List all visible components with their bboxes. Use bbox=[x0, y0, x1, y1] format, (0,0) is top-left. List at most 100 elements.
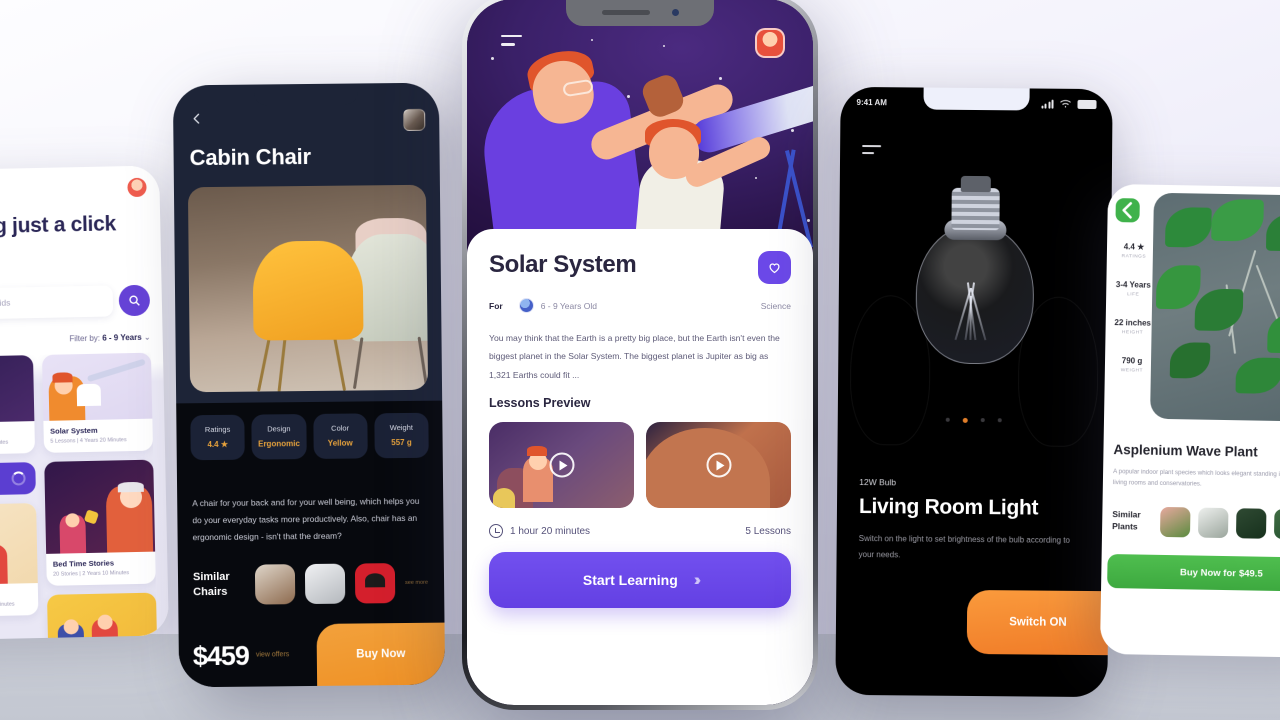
lesson-previews bbox=[489, 422, 791, 509]
back-button[interactable] bbox=[1115, 198, 1140, 223]
similar-item[interactable] bbox=[1273, 508, 1280, 540]
card-illustration bbox=[43, 459, 156, 554]
status-time: 9:41 AM bbox=[856, 97, 887, 107]
phone-solar-app: Solar System For 6 - 9 Years Old Science… bbox=[462, 0, 818, 710]
similar-chairs-row: Similar Chairs see more bbox=[193, 563, 434, 606]
list-item[interactable]: Birds & Insects 8 Lessons | 4 Years 10 M… bbox=[0, 354, 35, 456]
similar-item[interactable] bbox=[1197, 507, 1229, 539]
spec-key: Design bbox=[267, 424, 291, 434]
phone-screen: Learning just a click away! solar system… bbox=[0, 165, 169, 641]
phone-notch bbox=[253, 83, 359, 106]
carousel-dot[interactable] bbox=[945, 417, 950, 422]
page-title: Living Room Light bbox=[858, 495, 1039, 520]
globe-icon bbox=[518, 298, 534, 313]
status-bar: 9:41 AM bbox=[840, 95, 1112, 111]
carousel-dot-active[interactable] bbox=[962, 417, 968, 423]
favorite-button[interactable] bbox=[758, 251, 791, 284]
phone-learning-app: Learning just a click away! solar system… bbox=[0, 165, 169, 641]
price-amount: $459 bbox=[192, 640, 250, 671]
learning-search-bar: solar system for kids bbox=[0, 284, 151, 321]
lesson-footer-meta: 1 hour 20 minutes 5 Lessons bbox=[489, 524, 791, 539]
phone-frame: Cabin Chair Ratings 4.4 ★ Design Ergonom… bbox=[172, 82, 446, 688]
bulb-cap bbox=[960, 175, 991, 193]
card-title: Birds & Insects bbox=[0, 427, 27, 438]
learning-headline: Learning just a click away! bbox=[0, 212, 117, 240]
product-thumbnail[interactable] bbox=[403, 108, 426, 131]
buy-price: $49.5 bbox=[1238, 567, 1263, 580]
filter-control[interactable]: Filter by: 6 - 9 Years ⌄ bbox=[69, 332, 150, 343]
bulb-wattage: 12W Bulb bbox=[859, 477, 897, 488]
card-illustration bbox=[0, 354, 34, 424]
product-photo[interactable] bbox=[187, 184, 429, 393]
showcase-stage: Learning just a click away! solar system… bbox=[0, 0, 1280, 720]
chair-detail-panel: Ratings 4.4 ★ Design Ergonomic Color Yel… bbox=[176, 400, 446, 688]
spec-value: Yellow bbox=[327, 438, 353, 448]
spec-key: Weight bbox=[389, 422, 413, 433]
lesson-meta-row: For 6 - 9 Years Old Science bbox=[489, 298, 791, 313]
search-button[interactable] bbox=[118, 284, 151, 317]
switch-on-button[interactable]: Switch ON bbox=[966, 589, 1110, 656]
chevron-right-icon: ›› bbox=[693, 570, 702, 590]
buy-label: Buy Now for bbox=[1179, 566, 1237, 579]
card-meta: 20 Stories | 2 Years 10 Minutes bbox=[53, 569, 130, 578]
start-learning-button[interactable]: Start Learning ›› bbox=[489, 552, 791, 609]
chevron-left-icon bbox=[1122, 202, 1133, 219]
lesson-preview-thumbnail[interactable] bbox=[646, 422, 791, 509]
wifi-icon bbox=[1060, 100, 1071, 108]
continue-button[interactable]: Continue... bbox=[0, 461, 36, 497]
lessons-preview-heading: Lessons Preview bbox=[489, 396, 591, 411]
bulb-illustration bbox=[837, 175, 1112, 477]
see-more-label[interactable]: see more bbox=[405, 579, 428, 587]
list-item[interactable]: Solar System 5 Lessons | 4 Years 20 Minu… bbox=[41, 352, 154, 453]
plant-photo[interactable] bbox=[1150, 192, 1280, 423]
bulb-text-block: 12W Bulb Living Room Light Switch on the… bbox=[859, 477, 1088, 564]
phone-frame: Learning just a click away! solar system… bbox=[0, 165, 169, 641]
card-meta: 10 Lessons | 4 Years 20 Minutes bbox=[0, 601, 15, 609]
list-item[interactable]: Bed Time Stories 20 Stories | 2 Years 10… bbox=[43, 459, 156, 586]
for-label: For bbox=[489, 300, 503, 311]
buy-now-button[interactable]: Buy Now for $49.5 bbox=[1107, 553, 1280, 592]
hamburger-menu-icon[interactable] bbox=[862, 145, 882, 159]
cellular-signal-icon bbox=[1040, 99, 1054, 109]
list-item[interactable] bbox=[46, 592, 158, 641]
lesson-detail-sheet: Solar System For 6 - 9 Years Old Science… bbox=[467, 229, 813, 705]
front-camera bbox=[671, 9, 679, 16]
user-avatar[interactable] bbox=[755, 28, 785, 58]
spec-value: 3-4 Years bbox=[1115, 280, 1151, 290]
spec-card: Ratings 4.4 ★ bbox=[190, 414, 246, 461]
view-offers-link[interactable]: view offers bbox=[256, 650, 289, 661]
spec-key: Ratings bbox=[204, 424, 231, 435]
plant-spec-rail: 4.4 ★ RATINGS 3-4 Years LIFE 22 inches H… bbox=[1110, 242, 1155, 395]
start-learning-label: Start Learning bbox=[582, 572, 678, 589]
card-illustration bbox=[41, 352, 153, 421]
category-label: Science bbox=[760, 300, 791, 311]
spec-value: 790 g bbox=[1121, 356, 1143, 366]
carousel-dot[interactable] bbox=[980, 418, 985, 423]
spec-card: Weight 557 g bbox=[374, 412, 429, 459]
clock-icon bbox=[489, 524, 503, 539]
search-input[interactable]: solar system for kids bbox=[0, 285, 114, 321]
carousel-dot[interactable] bbox=[997, 418, 1002, 423]
card-title: Solar System bbox=[49, 425, 98, 436]
similar-item[interactable] bbox=[304, 563, 346, 605]
lesson-preview-thumbnail[interactable] bbox=[489, 422, 634, 509]
similar-item[interactable] bbox=[1235, 508, 1267, 539]
card-meta: 8 Lessons | 4 Years 10 Minutes bbox=[0, 439, 9, 447]
similar-item[interactable] bbox=[1159, 506, 1191, 538]
similar-item[interactable] bbox=[254, 564, 296, 605]
product-description: A chair for your back and for your well … bbox=[192, 495, 420, 542]
buy-now-button[interactable]: Buy Now bbox=[316, 622, 446, 686]
similar-item[interactable] bbox=[354, 563, 396, 604]
hamburger-menu-icon[interactable] bbox=[501, 35, 522, 52]
phone-screen: Solar System For 6 - 9 Years Old Science… bbox=[467, 0, 813, 705]
back-button[interactable] bbox=[189, 111, 204, 131]
spec-value: 557 g bbox=[391, 437, 412, 448]
bulb-description: Switch on the light to set brightness of… bbox=[858, 533, 1070, 559]
play-icon[interactable] bbox=[706, 452, 731, 478]
phone-plant-app: 4.4 ★ RATINGS 3-4 Years LIFE 22 inches H… bbox=[1099, 183, 1280, 659]
chevron-left-icon bbox=[193, 113, 200, 124]
battery-icon bbox=[1077, 99, 1097, 109]
user-avatar[interactable] bbox=[126, 176, 148, 198]
list-item[interactable]: Animals 10 Lessons | 4 Years 20 Minutes bbox=[0, 502, 38, 618]
play-icon[interactable] bbox=[549, 452, 574, 478]
